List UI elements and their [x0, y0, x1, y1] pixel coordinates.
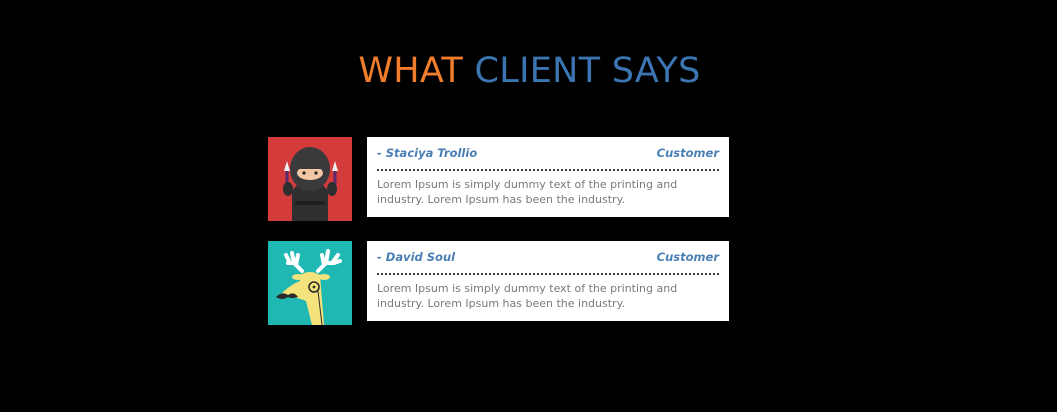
ninja-avatar-icon: [268, 137, 352, 221]
testimonial-role: Customer: [656, 250, 719, 264]
testimonial-text: Lorem Ipsum is simply dummy text of the …: [377, 282, 678, 310]
section-title: WHAT CLIENT SAYS: [0, 49, 1057, 93]
testimonial-role: Customer: [656, 146, 719, 160]
section-title-word1: WHAT: [358, 51, 464, 91]
testimonial-card: - Staciya Trollio Customer Lorem Ipsum i…: [367, 137, 729, 217]
dotted-divider: [377, 273, 719, 275]
section-title-word2: CLIENT SAYS: [474, 51, 701, 91]
testimonial-item: - David Soul Customer Lorem Ipsum is sim…: [268, 241, 729, 325]
deer-avatar-icon: [268, 241, 352, 325]
testimonials-section: WHAT CLIENT SAYS - Staciya Trollio Custo…: [0, 0, 1057, 412]
testimonial-author: - Staciya Trollio: [377, 146, 478, 160]
testimonial-item: - Staciya Trollio Customer Lorem Ipsum i…: [268, 137, 729, 221]
dotted-divider: [377, 169, 719, 171]
testimonial-card: - David Soul Customer Lorem Ipsum is sim…: [367, 241, 729, 321]
testimonial-author: - David Soul: [377, 250, 456, 264]
testimonial-text: Lorem Ipsum is simply dummy text of the …: [377, 178, 678, 206]
